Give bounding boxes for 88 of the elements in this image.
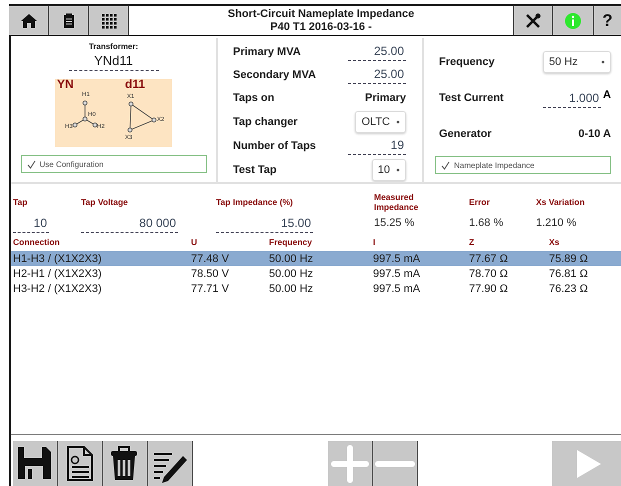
test-name: P40 T1 2016-03-16 -	[270, 20, 372, 34]
tools-button[interactable]	[513, 6, 553, 35]
table-cell-text: H2-H1 / (X1X2X3)	[12, 268, 103, 280]
checkbox[interactable]: Nameplate Impedance	[435, 156, 611, 174]
summary-value: 15.25 %	[374, 217, 416, 231]
caret-icon	[396, 120, 400, 124]
rating-dropdown[interactable]: OLTC	[355, 110, 406, 132]
rating-dropdown[interactable]: 10	[372, 158, 406, 180]
table-cell-text: 77.90 Ω	[468, 282, 509, 294]
unit-label: A	[603, 88, 611, 100]
column-header: Z	[468, 236, 476, 249]
setting-field[interactable]: 1.000	[543, 90, 602, 108]
report-button[interactable]	[58, 441, 103, 486]
summary-field[interactable]: 15.00	[216, 216, 313, 233]
edit-button[interactable]	[148, 441, 193, 486]
table-cell-text: 997.5 mA	[372, 282, 422, 294]
table-cell-text: 78.50 V	[190, 268, 230, 280]
field-label: Test Current	[439, 92, 504, 104]
table-cell-text: H3-H2 / (X1X2X3)	[12, 282, 103, 294]
keypad-icon	[100, 12, 118, 30]
table-cell-text: 50.00 Hz	[268, 282, 314, 294]
column-header: U	[190, 236, 198, 249]
field-label: Primary MVA	[233, 46, 301, 58]
minus-icon	[374, 460, 414, 466]
rating-field[interactable]: 25.00	[348, 44, 406, 61]
star-winding-drawing	[72, 100, 98, 128]
table-cell-text: 75.89 Ω	[548, 252, 589, 264]
column-header: Measured Impedance	[374, 191, 420, 213]
column-header: Xs	[548, 236, 560, 249]
screen-title: Short-Circuit Nameplate Impedance	[228, 8, 414, 20]
summary-value: 1.68 %	[469, 217, 504, 231]
caret-icon	[601, 60, 605, 64]
table-cell-text: 997.5 mA	[372, 252, 422, 264]
field-label: Number of Taps	[233, 140, 316, 152]
clipboard-button[interactable]	[49, 6, 89, 35]
tools-icon	[524, 12, 542, 30]
vector-group-field[interactable]: YNd11	[68, 52, 158, 71]
winding-label: d11	[125, 77, 146, 91]
column-header: Connection	[12, 236, 61, 249]
table-cell-text: 997.5 mA	[372, 268, 422, 280]
column-header: I	[372, 236, 376, 249]
setting-value: 0-10 A	[578, 128, 611, 140]
checkmark-icon	[26, 160, 36, 168]
summary-field[interactable]: 80 000	[81, 216, 178, 233]
plus-icon	[330, 444, 370, 484]
field-label: Secondary MVA	[233, 68, 316, 80]
help-button[interactable]: ?	[593, 6, 621, 35]
save-button[interactable]	[13, 441, 58, 486]
field-label: Tap changer	[233, 116, 298, 128]
summary-field[interactable]: 10	[13, 216, 49, 233]
delta-winding-drawing	[128, 102, 156, 132]
table-cell-text: 78.70 Ω	[468, 268, 509, 280]
keypad-button[interactable]	[89, 6, 129, 35]
table-row[interactable]: H3-H2 / (X1X2X3) 77.71 V 50.00 Hz 997.5 mA 77.90 Ω 76.23 Ω	[11, 281, 621, 296]
checkbox[interactable]: Use Configuration	[20, 155, 206, 173]
column-header: Tap Voltage	[81, 196, 129, 209]
column-header: Tap Impedance (%)	[216, 196, 294, 209]
info-icon	[564, 12, 582, 30]
home-button[interactable]	[9, 6, 49, 35]
transformer-label: Transformer:	[88, 42, 138, 51]
column-header: Tap	[13, 196, 28, 209]
table-cell-text: 50.00 Hz	[268, 268, 314, 280]
table-cell-text: 76.23 Ω	[548, 282, 589, 294]
table-row[interactable]: H1-H3 / (X1X2X3) 77.48 V 50.00 Hz 997.5 mA 77.67 Ω 75.89 Ω	[11, 251, 621, 266]
table-cell-text: 77.71 V	[190, 282, 230, 294]
setting-dropdown[interactable]: 50 Hz	[543, 51, 611, 73]
column-header: Xs Variation	[536, 196, 586, 209]
table-row[interactable]: H2-H1 / (X1X2X3) 78.50 V 50.00 Hz 997.5 mA 78.70 Ω 76.81 Ω	[11, 266, 621, 281]
table-cell-text: 77.67 Ω	[468, 252, 509, 264]
rating-field[interactable]: 25.00	[348, 67, 406, 84]
column-header: Error	[469, 196, 491, 209]
table-cell-text: 76.81 Ω	[548, 268, 589, 280]
table-cell-text: 77.48 V	[190, 252, 230, 264]
field-label: Generator	[439, 128, 492, 140]
delete-button[interactable]	[103, 441, 148, 486]
checkmark-icon	[441, 160, 450, 170]
table-cell-text: H1-H3 / (X1X2X3)	[12, 252, 103, 264]
field-label: Taps on	[233, 92, 274, 104]
rating-value: Primary	[365, 92, 406, 104]
field-label: Frequency	[439, 56, 495, 68]
rating-field[interactable]: 19	[348, 138, 406, 155]
home-icon	[20, 12, 38, 30]
summary-value: 1.210 %	[536, 217, 578, 231]
field-label: Test Tap	[233, 164, 277, 176]
table-cell-text: 50.00 Hz	[268, 252, 314, 264]
caret-icon	[396, 168, 400, 172]
winding-label: YN	[57, 77, 74, 91]
column-header: Frequency	[268, 236, 313, 249]
